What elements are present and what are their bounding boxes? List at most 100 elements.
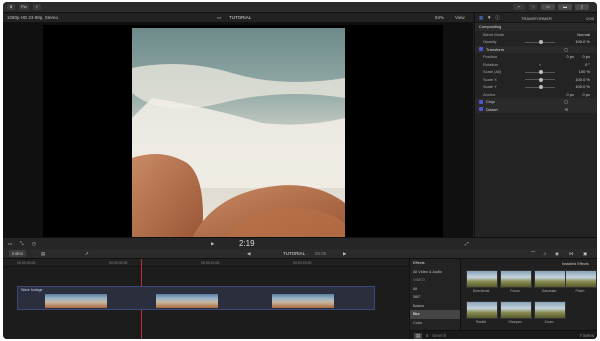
- viewer[interactable]: [3, 23, 473, 238]
- onscreen-control-icon[interactable]: ▢: [564, 46, 568, 54]
- solo-icon[interactable]: ◉: [555, 251, 559, 257]
- ruler-tick: 00:00:15:00: [293, 260, 312, 265]
- workspace-timeline-button[interactable]: ▬: [558, 4, 572, 10]
- viewer-title: TUTORIAL: [229, 15, 252, 20]
- opacity-value[interactable]: 100.0 %: [575, 38, 590, 46]
- effect-tile[interactable]: Prism: [565, 270, 597, 293]
- distort-control-icon[interactable]: ⟲: [565, 106, 568, 114]
- effect-preview: [534, 301, 566, 319]
- zoom-dropdown[interactable]: 84%: [435, 15, 444, 20]
- blend-mode-label: Blend Mode: [483, 31, 505, 37]
- compositing-label: Compositing: [479, 24, 502, 29]
- scale-x-row: Scale X 100.0 %: [475, 76, 597, 84]
- inspector-duration: 0:00: [586, 15, 594, 21]
- effect-name: Sharpen: [508, 320, 522, 324]
- forward-arrow-icon[interactable]: ▶: [343, 251, 346, 257]
- effect-preview: [534, 270, 566, 288]
- speed-tool-icon[interactable]: ◷: [32, 241, 36, 247]
- scale-x-value[interactable]: 100.0 %: [575, 76, 590, 84]
- effect-tile[interactable]: Gaussian: [534, 270, 566, 293]
- fullscreen-icon[interactable]: ⤢: [465, 241, 469, 246]
- opacity-slider[interactable]: [525, 40, 555, 44]
- blend-mode-dropdown[interactable]: Normal: [577, 31, 590, 39]
- category-item[interactable]: 360°: [410, 293, 460, 302]
- position-x[interactable]: 0 px: [566, 53, 574, 61]
- workspace-browser-button[interactable]: ▭: [541, 4, 555, 10]
- effect-preview: [500, 301, 532, 319]
- timeline[interactable]: 00:00:00:00 00:00:05:00 00:00:10:00 00:0…: [3, 259, 408, 339]
- share-button[interactable]: ↑: [529, 4, 537, 10]
- effect-tile[interactable]: Radial: [466, 301, 498, 324]
- scale-y-row: Scale Y 100.0 %: [475, 83, 597, 91]
- keyword-button[interactable]: ⌐: [513, 4, 525, 10]
- transform-section[interactable]: Transform ▢: [475, 45, 597, 54]
- position-tool-icon[interactable]: ➚: [85, 251, 89, 257]
- distort-checkbox[interactable]: [479, 107, 483, 112]
- clip-thumbnail: [272, 294, 334, 308]
- crop-checkbox[interactable]: [479, 99, 483, 104]
- scale-all-label: Scale (All): [483, 69, 502, 74]
- search-input[interactable]: Search: [432, 333, 446, 338]
- compositing-section[interactable]: Compositing: [475, 23, 597, 31]
- category-item-selected[interactable]: Blur: [410, 310, 460, 319]
- inspector: ▦ ▼ ⓘ TRANSFORMER 0:00 Compositing Blend…: [474, 13, 597, 237]
- view-dropdown[interactable]: View: [455, 15, 465, 20]
- key-button[interactable]: Fin: [19, 4, 29, 10]
- key-icon: ⌐: [517, 4, 521, 9]
- snapping-icon[interactable]: ⋈: [569, 251, 574, 257]
- background-tasks-button[interactable]: ✓: [33, 4, 41, 10]
- info-icon[interactable]: ⓘ: [495, 15, 500, 21]
- rotation-value[interactable]: 0 °: [585, 61, 590, 69]
- timeline-icon: ▬: [563, 4, 567, 9]
- import-media-button[interactable]: ⬇: [7, 4, 15, 10]
- import-icon: ⬇: [9, 4, 13, 9]
- sidebar-toggle-icon[interactable]: ▤: [414, 333, 423, 339]
- select-tool-icon[interactable]: ▭: [8, 241, 12, 247]
- effects-browser-icon[interactable]: ▣: [583, 251, 587, 257]
- final-cut-window: ⬇ Fin ✓ ⌐ ↑ ▭ ▬ ▯ 1080p HD 23.98p, Stere…: [3, 2, 597, 339]
- top-toolbar: ⬇ Fin ✓ ⌐ ↑ ▭ ▬ ▯: [3, 2, 597, 13]
- effect-tile[interactable]: Directional: [466, 270, 498, 293]
- scale-all-value[interactable]: 100 %: [579, 68, 590, 76]
- index-button[interactable]: Index: [9, 250, 27, 257]
- rotation-dial-icon[interactable]: ◐: [539, 61, 541, 69]
- timeline-header: Index ▤ ➚ ◀ TUTORIAL 00:00 ▶ ⌒ ♫ ◉ ⋈ ▣: [3, 249, 597, 259]
- effects-category-list: Effects All Video & Audio VIDEO All 360°…: [410, 259, 461, 339]
- effects-footer: ▤ ⌕ Search 7 items: [410, 330, 597, 339]
- installed-effects-dropdown[interactable]: Installed Effects: [562, 262, 589, 266]
- scale-x-slider[interactable]: [525, 77, 555, 82]
- scale-y-value[interactable]: 100.0 %: [575, 83, 590, 91]
- effect-tile[interactable]: Focus: [500, 270, 532, 293]
- effect-preview: [500, 270, 532, 288]
- clip-appearance-icon[interactable]: ▤: [41, 251, 45, 257]
- scale-all-slider[interactable]: [525, 70, 555, 74]
- effect-preview: [466, 301, 498, 319]
- video-inspector-icon[interactable]: ▦: [479, 15, 483, 21]
- audio-icon[interactable]: ♫: [543, 251, 546, 256]
- position-y[interactable]: 0 px: [582, 53, 590, 61]
- rotation-label: Rotation: [483, 61, 498, 67]
- category-item[interactable]: All Video & Audio: [410, 268, 460, 277]
- back-arrow-icon[interactable]: ◀: [247, 251, 250, 257]
- effect-tile[interactable]: Sharpen: [500, 301, 532, 324]
- transform-checkbox[interactable]: [479, 47, 483, 52]
- category-item[interactable]: Basics: [410, 302, 460, 311]
- video-clip[interactable]: Wave footage: [17, 286, 375, 310]
- timeline-ruler[interactable]: 00:00:00:00 00:00:05:00 00:00:10:00 00:0…: [3, 259, 408, 267]
- video-frame: [132, 28, 345, 238]
- category-item[interactable]: All: [410, 285, 460, 294]
- anchor-y[interactable]: 0 px: [582, 91, 590, 99]
- distort-section[interactable]: Distort ⟲: [475, 105, 597, 114]
- effect-tile[interactable]: Zoom: [534, 301, 566, 324]
- crop-section[interactable]: Crop ▢: [475, 98, 597, 106]
- workspace-inspector-button[interactable]: ▯: [575, 4, 589, 10]
- category-item[interactable]: Color: [410, 319, 460, 328]
- transform-tool-icon[interactable]: ⤡: [20, 241, 24, 246]
- crop-control-icon[interactable]: ▢: [564, 98, 568, 106]
- timecode-display[interactable]: 2:19: [239, 239, 255, 248]
- clip-skimming-icon[interactable]: ⌒: [531, 251, 536, 257]
- filter-icon[interactable]: ▼: [487, 15, 491, 20]
- anchor-x[interactable]: 0 px: [566, 91, 574, 99]
- play-icon[interactable]: ▶: [211, 241, 214, 247]
- scale-y-slider[interactable]: [525, 85, 555, 89]
